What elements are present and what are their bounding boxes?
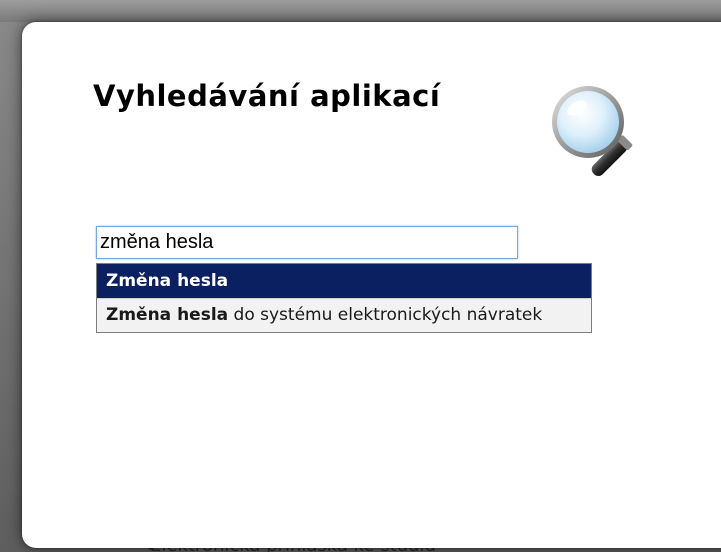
- autocomplete-list: Změna hesla Změna hesla do systému elekt…: [96, 263, 592, 333]
- suggestion-match: Změna hesla: [106, 305, 229, 325]
- suggestion-match: Změna hesla: [106, 271, 229, 291]
- dialog-title: Vyhledávání aplikací: [93, 79, 441, 113]
- autocomplete-item[interactable]: Změna hesla do systému elektronických ná…: [97, 298, 591, 332]
- backdrop-top-strip: [0, 0, 721, 22]
- search-input[interactable]: [96, 226, 518, 259]
- autocomplete-item[interactable]: Změna hesla: [97, 264, 591, 298]
- suggestion-rest: do systému elektronických návratek: [228, 305, 543, 325]
- search-dialog: Vyhledávání aplikací změna hesla Změna h…: [22, 22, 721, 548]
- magnifier-icon: [552, 86, 633, 176]
